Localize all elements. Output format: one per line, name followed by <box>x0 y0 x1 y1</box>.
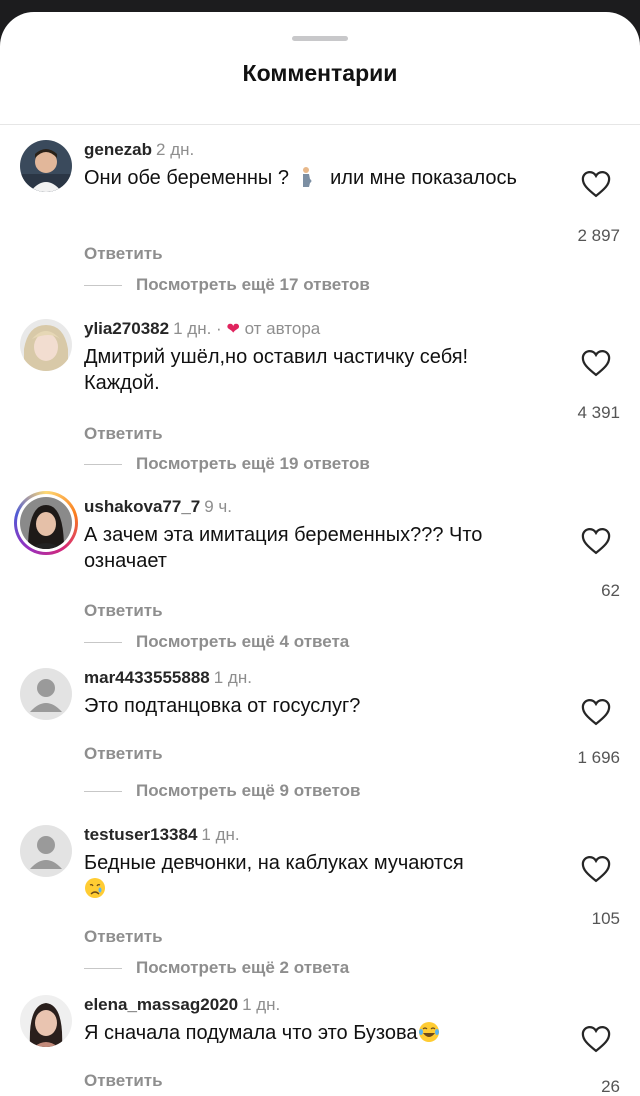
comment-text: Это подтанцовка от госуслуг? <box>84 695 361 717</box>
divider-line <box>84 791 122 793</box>
page-title: Комментарии <box>242 60 398 86</box>
avatar-story-ring[interactable] <box>14 491 78 555</box>
comment-text: Бедные девчонки, на каблуках мучаются <box>84 850 540 902</box>
comment-text: А зачем эта имитация беременных??? Что о… <box>84 524 483 572</box>
divider-line <box>84 285 122 287</box>
view-replies-label: Посмотреть ещё 19 ответов <box>136 454 370 473</box>
heart-icon[interactable] <box>581 698 611 726</box>
comment-text-part: Я сначала подумала что это Бузова <box>84 1022 418 1044</box>
sheet-grabber[interactable] <box>292 36 348 41</box>
heart-icon[interactable] <box>581 170 611 198</box>
avatar[interactable] <box>20 140 72 192</box>
like-count: 4 391 <box>577 403 620 422</box>
view-replies-label: Посмотреть ещё 9 ответов <box>136 781 361 800</box>
username[interactable]: testuser13384 <box>84 825 197 844</box>
view-replies-link[interactable]: Посмотреть ещё 2 ответа <box>84 958 349 978</box>
heart-icon[interactable] <box>581 527 611 555</box>
like-count: 26 <box>601 1077 620 1096</box>
like-count: 1 696 <box>577 748 620 767</box>
reply-button[interactable]: Ответить <box>84 744 163 764</box>
divider-line <box>84 968 122 970</box>
view-replies-link[interactable]: Посмотреть ещё 9 ответов <box>84 781 360 801</box>
username[interactable]: elena_massag2020 <box>84 995 238 1014</box>
username[interactable]: ushakova77_7 <box>84 497 200 516</box>
heart-icon[interactable] <box>581 855 611 883</box>
comment-time: 1 дн. <box>201 825 240 844</box>
avatar[interactable] <box>20 995 72 1047</box>
author-heart-icon: ❤ <box>226 321 240 338</box>
reply-button[interactable]: Ответить <box>84 1071 163 1091</box>
username[interactable]: mar4433555888 <box>84 668 210 687</box>
like-count: 62 <box>601 581 620 600</box>
heart-icon[interactable] <box>581 1025 611 1053</box>
comment-time: 1 дн. <box>173 319 212 338</box>
comment-text-part: Бедные девчонки, на каблуках мучаются <box>84 852 464 874</box>
view-replies-label: Посмотреть ещё 2 ответа <box>136 958 350 977</box>
like-count: 105 <box>591 909 620 928</box>
view-replies-label: Посмотреть ещё 4 ответа <box>136 632 350 651</box>
default-avatar-icon[interactable] <box>20 668 72 720</box>
tears-of-joy-emoji <box>418 1021 440 1043</box>
avatar <box>17 494 75 552</box>
comment-time: 1 дн. <box>242 995 281 1014</box>
like-count: 2 897 <box>577 226 620 245</box>
view-replies-link[interactable]: Посмотреть ещё 4 ответа <box>84 632 349 652</box>
username[interactable]: ylia270382 <box>84 319 169 338</box>
comment-text: Дмитрий ушёл,но оставил частичку себя! К… <box>84 346 469 394</box>
comment-time: 9 ч. <box>204 497 233 516</box>
author-liked-label: от автора <box>244 319 321 338</box>
crying-face-emoji <box>84 877 106 899</box>
comment-time: 1 дн. <box>213 668 252 687</box>
view-replies-label: Посмотреть ещё 17 ответов <box>136 275 370 294</box>
reply-button[interactable]: Ответить <box>84 244 163 264</box>
comment-time: 2 дн. <box>156 140 195 159</box>
pregnant-woman-emoji <box>295 166 317 188</box>
divider-line <box>84 642 122 644</box>
comments-sheet: Комментарии genezab 2 дн. Они обе беремен… <box>0 12 640 1096</box>
comment-text-part: Они обе беременны ? <box>84 167 289 189</box>
username[interactable]: genezab <box>84 140 152 159</box>
reply-button[interactable]: Ответить <box>84 601 163 621</box>
heart-icon[interactable] <box>581 349 611 377</box>
comment-text-part: или мне показалось <box>330 167 517 189</box>
comment-text: Они обе беременны ? или мне показалось <box>84 165 540 191</box>
avatar[interactable] <box>20 319 72 371</box>
separator-dot: · <box>216 319 222 338</box>
reply-button[interactable]: Ответить <box>84 927 163 947</box>
view-replies-link[interactable]: Посмотреть ещё 17 ответов <box>84 275 370 295</box>
comment-text: Я сначала подумала что это Бузова <box>84 1020 540 1046</box>
header-divider <box>0 124 640 125</box>
view-replies-link[interactable]: Посмотреть ещё 19 ответов <box>84 454 370 474</box>
default-avatar-icon[interactable] <box>20 825 72 877</box>
divider-line <box>84 464 122 466</box>
reply-button[interactable]: Ответить <box>84 424 163 444</box>
